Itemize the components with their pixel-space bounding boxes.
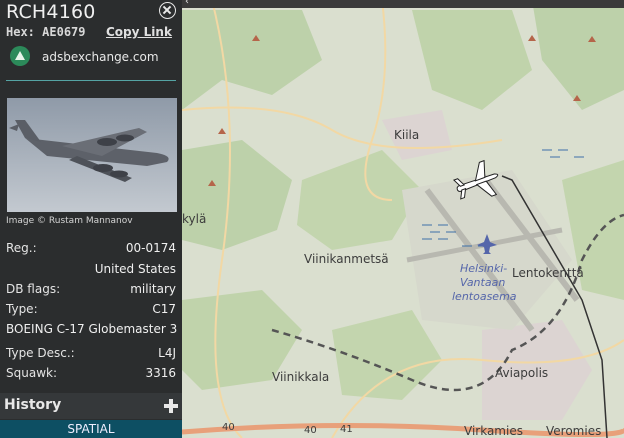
map-road-number-40a: 40 xyxy=(222,422,235,433)
country-value: United States xyxy=(94,262,176,276)
type-desc-label: Type Desc.: xyxy=(6,346,75,360)
map-label-kiila: Kiila xyxy=(394,128,420,142)
close-icon[interactable] xyxy=(159,2,176,19)
squawk-label: Squawk: xyxy=(6,366,57,380)
type-label: Type: xyxy=(6,302,38,316)
squawk-value: 3316 xyxy=(145,366,176,380)
country-row: United States xyxy=(6,262,176,278)
db-flags-label: DB flags: xyxy=(6,282,61,296)
type-desc-value: L4J xyxy=(158,346,176,360)
map-label-helsinki-vantaa-3: lentoasema xyxy=(452,290,517,303)
history-title: History xyxy=(4,397,62,413)
map-label-viinikanmetsa: Viinikanmetsä xyxy=(304,252,389,266)
map-top-strip xyxy=(182,0,624,8)
map-road-number-41: 41 xyxy=(340,424,353,435)
map-label-veromies: Veromies xyxy=(546,424,602,438)
model-value: BOEING C-17 Globemaster 3 xyxy=(6,322,178,336)
divider xyxy=(6,80,176,81)
map-view[interactable]: ‹ Kiila kylä Viinikanmetsä Helsinki- Van… xyxy=(182,0,624,438)
tab-spatial[interactable]: SPATIAL xyxy=(0,420,182,438)
map-label-kyla: kylä xyxy=(182,212,207,226)
squawk-row: Squawk: 3316 xyxy=(6,366,176,382)
hex-value: AE0679 xyxy=(42,25,86,39)
reg-label: Reg.: xyxy=(6,241,37,255)
adsbexchange-text: adsbexchange.com xyxy=(42,50,159,64)
map-label-lentokentta: Lentokenttä xyxy=(512,266,584,280)
map-label-helsinki-vantaa-1: Helsinki- xyxy=(460,262,508,275)
copy-link[interactable]: Copy Link xyxy=(106,25,172,39)
map-canvas xyxy=(182,0,624,438)
map-label-helsinki-vantaa-2: Vantaan xyxy=(460,276,506,289)
aircraft-info-panel: RCH4160 Hex: AE0679 Copy Link adsbexchan… xyxy=(0,0,182,438)
db-flags-value: military xyxy=(130,282,176,296)
aircraft-photo-image xyxy=(7,98,177,212)
map-label-viinikkala: Viinikkala xyxy=(272,370,330,384)
adsbexchange-logo-icon xyxy=(10,46,30,66)
type-value: C17 xyxy=(152,302,176,316)
type-row: Type: C17 xyxy=(6,302,176,318)
expand-plus-icon[interactable] xyxy=(164,399,178,413)
map-label-aviapolis: Aviapolis xyxy=(495,366,549,380)
model-row: BOEING C-17 Globemaster 3 xyxy=(6,322,178,338)
aircraft-photo[interactable] xyxy=(7,98,177,212)
hex-label: Hex: xyxy=(6,25,35,39)
reg-value: 00-0174 xyxy=(125,241,176,255)
image-credit: Image © Rustam Mannanov xyxy=(6,216,133,226)
reg-row: Reg.: 00-0174 xyxy=(6,241,176,257)
collapse-arrow-icon[interactable]: ‹ xyxy=(185,0,189,7)
hex-row: Hex: AE0679 xyxy=(6,25,86,39)
map-road-number-40b: 40 xyxy=(304,425,317,436)
type-desc-row: Type Desc.: L4J xyxy=(6,346,176,362)
db-flags-row: DB flags: military xyxy=(6,282,176,298)
history-section[interactable]: History xyxy=(0,393,182,419)
map-label-virkamies: Virkamies xyxy=(464,424,523,438)
callsign: RCH4160 xyxy=(6,1,96,23)
